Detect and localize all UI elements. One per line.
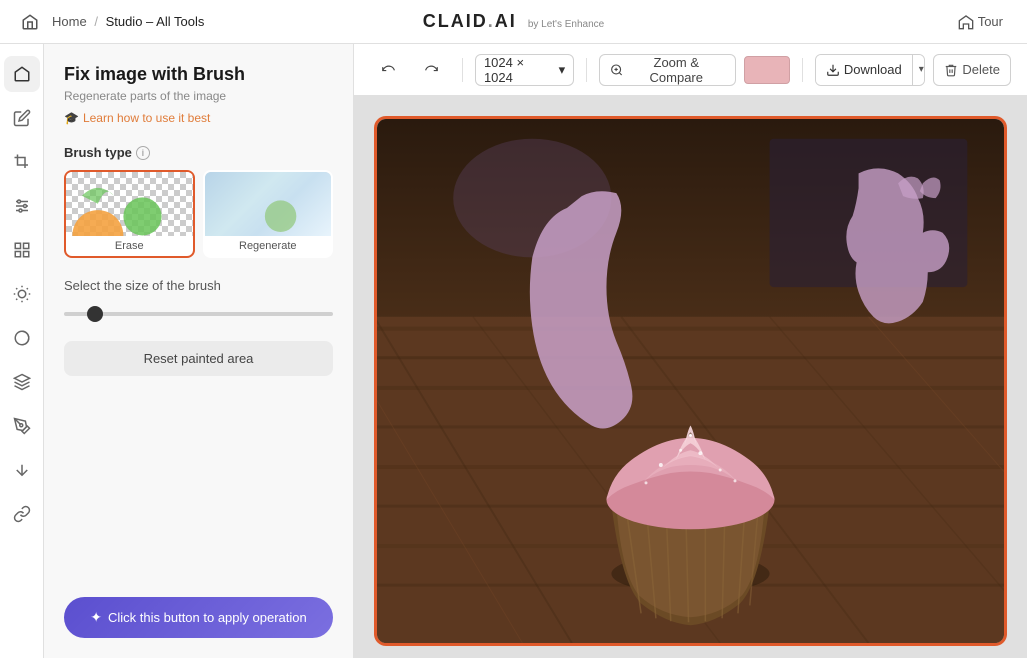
tools-panel-footer: ✦ Click this button to apply operation	[64, 581, 333, 638]
sidebar-item-circle[interactable]	[4, 320, 40, 356]
logo-text: CLAID.AI	[423, 11, 517, 31]
toolbar-sep-3	[802, 58, 803, 82]
zoom-compare-button[interactable]: Zoom & Compare	[599, 54, 736, 86]
redo-button[interactable]	[414, 54, 450, 86]
dimension-select[interactable]: 1024 × 1024 ▾	[475, 54, 574, 86]
download-dropdown-button[interactable]: ▾	[912, 55, 926, 85]
color-swatch[interactable]	[744, 56, 790, 84]
brush-types-container: Erase Regenerate	[64, 170, 333, 258]
canvas-toolbar: 1024 × 1024 ▾ Zoom & Compare	[354, 44, 1027, 96]
dimension-value: 1024 × 1024	[484, 55, 553, 85]
download-label: Download	[844, 62, 902, 77]
apply-btn-label: Click this button to apply operation	[108, 610, 307, 625]
learn-link-text: Learn how to use it best	[83, 111, 210, 125]
canvas-image	[377, 119, 1004, 643]
sidebar-item-sun[interactable]	[4, 276, 40, 312]
delete-button[interactable]: Delete	[933, 54, 1011, 86]
brush-type-label: Brush type i	[64, 145, 333, 160]
app-logo: CLAID.AI by Let's Enhance	[423, 11, 604, 32]
sidebar-item-adjust[interactable]	[4, 452, 40, 488]
delete-label: Delete	[962, 62, 1000, 77]
sidebar-item-home[interactable]	[4, 56, 40, 92]
regen-thumb-bg	[205, 172, 332, 236]
sparkle-icon: ✦	[90, 609, 102, 626]
tour-label: Tour	[978, 14, 1003, 29]
home-nav-icon[interactable]	[16, 8, 44, 36]
brush-type-erase-thumb	[66, 172, 193, 236]
header-right: Tour	[950, 10, 1011, 34]
erase-thumb-bg	[66, 172, 193, 236]
brush-size-label: Select the size of the brush	[64, 278, 333, 293]
brush-type-erase-label: Erase	[66, 236, 193, 256]
brush-size-slider[interactable]	[64, 312, 333, 316]
brush-type-info-icon[interactable]: i	[136, 146, 150, 160]
main-layout: Fix image with Brush Regenerate parts of…	[0, 44, 1027, 658]
zoom-compare-label: Zoom & Compare	[627, 55, 725, 85]
breadcrumb: Home / Studio – All Tools	[52, 14, 204, 29]
learn-link-icon: 🎓	[64, 111, 79, 125]
sidebar-item-edit[interactable]	[4, 100, 40, 136]
brush-size-section: Select the size of the brush	[64, 278, 333, 321]
sidebar-item-crop[interactable]	[4, 144, 40, 180]
brush-type-text: Brush type	[64, 145, 132, 160]
toolbar-sep-2	[586, 58, 587, 82]
breadcrumb-home[interactable]: Home	[52, 14, 87, 29]
canvas-frame[interactable]	[374, 116, 1007, 646]
undo-button[interactable]	[370, 54, 406, 86]
brush-type-regen-thumb	[205, 172, 332, 236]
breadcrumb-current: Studio – All Tools	[106, 14, 205, 29]
brush-type-regen-label: Regenerate	[205, 236, 332, 256]
brush-type-erase[interactable]: Erase	[64, 170, 195, 258]
icon-sidebar	[0, 44, 44, 658]
canvas-viewport[interactable]	[354, 96, 1027, 658]
toolbar-sep-1	[462, 58, 463, 82]
reset-painted-area-button[interactable]: Reset painted area	[64, 341, 333, 376]
download-button-group: Download ▾	[815, 54, 926, 86]
sidebar-item-sliders[interactable]	[4, 188, 40, 224]
download-button[interactable]: Download	[816, 55, 912, 85]
tools-panel: Fix image with Brush Regenerate parts of…	[44, 44, 354, 658]
reset-btn-label: Reset painted area	[144, 351, 254, 366]
tool-subtitle: Regenerate parts of the image	[64, 89, 333, 103]
header: Home / Studio – All Tools CLAID.AI by Le…	[0, 0, 1027, 44]
tour-button[interactable]: Tour	[950, 10, 1011, 34]
apply-operation-button[interactable]: ✦ Click this button to apply operation	[64, 597, 333, 638]
dimension-chevron-icon: ▾	[559, 62, 566, 78]
tool-title: Fix image with Brush	[64, 64, 333, 85]
sidebar-item-link[interactable]	[4, 496, 40, 532]
learn-link[interactable]: 🎓 Learn how to use it best	[64, 111, 333, 125]
erase-thumb-overlay	[66, 172, 193, 236]
sidebar-item-pen[interactable]	[4, 408, 40, 444]
brush-type-regenerate[interactable]: Regenerate	[203, 170, 334, 258]
logo-sub: by Let's Enhance	[528, 19, 604, 30]
canvas-area: 1024 × 1024 ▾ Zoom & Compare	[354, 44, 1027, 658]
breadcrumb-separator: /	[94, 14, 98, 29]
sidebar-item-layers[interactable]	[4, 364, 40, 400]
sidebar-item-grid[interactable]	[4, 232, 40, 268]
regen-thumb-overlay	[205, 172, 332, 236]
